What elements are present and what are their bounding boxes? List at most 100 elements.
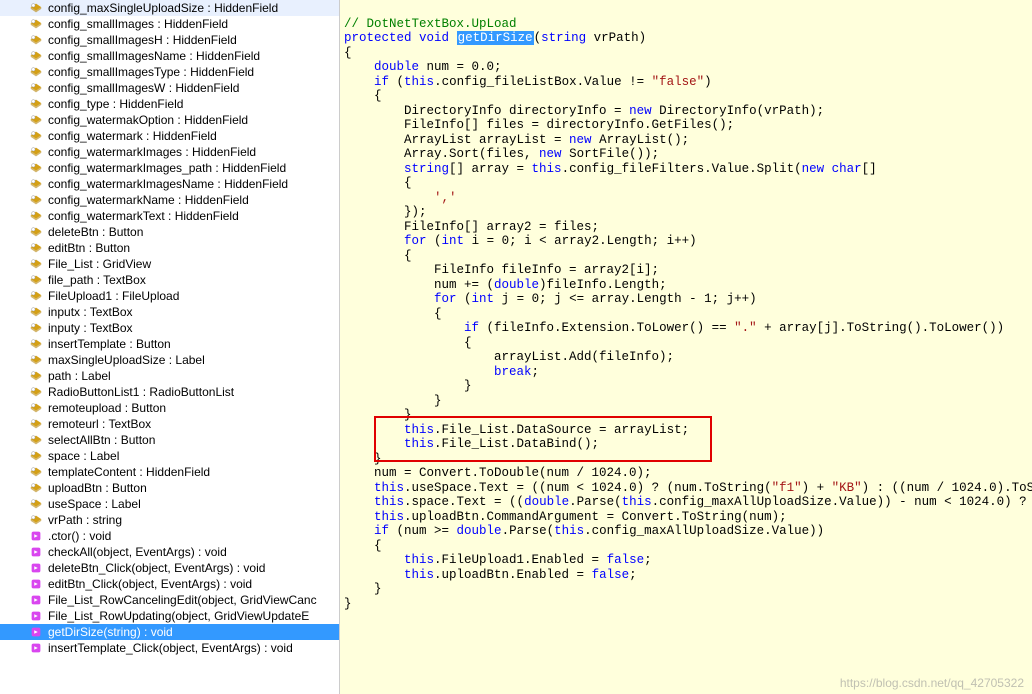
tree-item[interactable]: config_smallImagesType : HiddenField xyxy=(0,64,339,80)
field-icon xyxy=(28,385,44,399)
tree-item-label: RadioButtonList1 : RadioButtonList xyxy=(48,385,234,399)
tree-item[interactable]: editBtn : Button xyxy=(0,240,339,256)
tree-item[interactable]: space : Label xyxy=(0,448,339,464)
field-icon xyxy=(28,401,44,415)
field-icon xyxy=(28,273,44,287)
tree-item-label: maxSingleUploadSize : Label xyxy=(48,353,205,367)
tree-item-label: .ctor() : void xyxy=(48,529,111,543)
tree-panel[interactable]: config_maxSingleUploadSize : HiddenField… xyxy=(0,0,340,694)
field-icon xyxy=(28,33,44,47)
field-icon xyxy=(28,321,44,335)
tree-item[interactable]: config_watermarkImages : HiddenField xyxy=(0,144,339,160)
field-icon xyxy=(28,209,44,223)
field-icon xyxy=(28,481,44,495)
tree-item-label: config_type : HiddenField xyxy=(48,97,183,111)
tree-item-label: deleteBtn : Button xyxy=(48,225,143,239)
code-comment: // DotNetTextBox.UpLoad xyxy=(344,17,517,31)
tree-item-label: File_List_RowCancelingEdit(object, GridV… xyxy=(48,593,317,607)
tree-item-label: editBtn : Button xyxy=(48,241,130,255)
field-icon xyxy=(28,177,44,191)
tree-item[interactable]: remoteurl : TextBox xyxy=(0,416,339,432)
field-icon xyxy=(28,129,44,143)
tree-item-label: config_watermarkImagesName : HiddenField xyxy=(48,177,288,191)
tree-item[interactable]: deleteBtn_Click(object, EventArgs) : voi… xyxy=(0,560,339,576)
tree-item[interactable]: vrPath : string xyxy=(0,512,339,528)
tree-item-label: uploadBtn : Button xyxy=(48,481,147,495)
field-icon xyxy=(28,145,44,159)
field-icon xyxy=(28,49,44,63)
tree-item[interactable]: RadioButtonList1 : RadioButtonList xyxy=(0,384,339,400)
tree-item-label: config_watermarkText : HiddenField xyxy=(48,209,239,223)
method-icon xyxy=(28,529,44,543)
tree-item[interactable]: config_maxSingleUploadSize : HiddenField xyxy=(0,0,339,16)
tree-item[interactable]: .ctor() : void xyxy=(0,528,339,544)
field-icon xyxy=(28,289,44,303)
tree-item-label: file_path : TextBox xyxy=(48,273,146,287)
tree-item[interactable]: config_watermakOption : HiddenField xyxy=(0,112,339,128)
tree-item[interactable]: uploadBtn : Button xyxy=(0,480,339,496)
field-icon xyxy=(28,449,44,463)
field-icon xyxy=(28,433,44,447)
tree-item[interactable]: path : Label xyxy=(0,368,339,384)
code-editor[interactable]: // DotNetTextBox.UpLoad protected void g… xyxy=(340,0,1032,694)
tree-item[interactable]: File_List_RowUpdating(object, GridViewUp… xyxy=(0,608,339,624)
tree-item-label: config_smallImagesH : HiddenField xyxy=(48,33,237,47)
highlight-box xyxy=(374,416,712,462)
tree-item[interactable]: insertTemplate_Click(object, EventArgs) … xyxy=(0,640,339,656)
method-icon xyxy=(28,641,44,655)
field-icon xyxy=(28,417,44,431)
field-icon xyxy=(28,1,44,15)
tree-item-label: path : Label xyxy=(48,369,111,383)
tree-item-label: config_watermarkImages_path : HiddenFiel… xyxy=(48,161,286,175)
tree-item[interactable]: config_watermarkName : HiddenField xyxy=(0,192,339,208)
tree-item[interactable]: FileUpload1 : FileUpload xyxy=(0,288,339,304)
tree-item[interactable]: checkAll(object, EventArgs) : void xyxy=(0,544,339,560)
tree-item-label: config_smallImages : HiddenField xyxy=(48,17,228,31)
tree-item-label: config_smallImagesName : HiddenField xyxy=(48,49,260,63)
tree-item[interactable]: getDirSize(string) : void xyxy=(0,624,339,640)
field-icon xyxy=(28,305,44,319)
tree-item-label: selectAllBtn : Button xyxy=(48,433,155,447)
tree-item[interactable]: templateContent : HiddenField xyxy=(0,464,339,480)
tree-item-label: FileUpload1 : FileUpload xyxy=(48,289,179,303)
tree-item[interactable]: config_watermarkImagesName : HiddenField xyxy=(0,176,339,192)
tree-item[interactable]: File_List : GridView xyxy=(0,256,339,272)
tree-item-label: inputx : TextBox xyxy=(48,305,133,319)
method-icon xyxy=(28,561,44,575)
tree-item-label: getDirSize(string) : void xyxy=(48,625,173,639)
field-icon xyxy=(28,161,44,175)
tree-item[interactable]: inputy : TextBox xyxy=(0,320,339,336)
tree-item[interactable]: config_smallImagesH : HiddenField xyxy=(0,32,339,48)
field-icon xyxy=(28,465,44,479)
field-icon xyxy=(28,369,44,383)
tree-item[interactable]: file_path : TextBox xyxy=(0,272,339,288)
tree-item-label: editBtn_Click(object, EventArgs) : void xyxy=(48,577,252,591)
tree-item-label: config_maxSingleUploadSize : HiddenField xyxy=(48,1,278,15)
method-icon xyxy=(28,609,44,623)
tree-item[interactable]: config_smallImagesName : HiddenField xyxy=(0,48,339,64)
field-icon xyxy=(28,225,44,239)
tree-item[interactable]: config_watermarkText : HiddenField xyxy=(0,208,339,224)
tree-item-label: insertTemplate : Button xyxy=(48,337,171,351)
method-icon xyxy=(28,577,44,591)
tree-item[interactable]: config_watermarkImages_path : HiddenFiel… xyxy=(0,160,339,176)
tree-item[interactable]: File_List_RowCancelingEdit(object, GridV… xyxy=(0,592,339,608)
tree-item[interactable]: config_smallImages : HiddenField xyxy=(0,16,339,32)
tree-item[interactable]: config_watermark : HiddenField xyxy=(0,128,339,144)
tree-item[interactable]: config_type : HiddenField xyxy=(0,96,339,112)
tree-item-label: insertTemplate_Click(object, EventArgs) … xyxy=(48,641,293,655)
tree-item[interactable]: config_smallImagesW : HiddenField xyxy=(0,80,339,96)
method-icon xyxy=(28,545,44,559)
field-icon xyxy=(28,497,44,511)
tree-item[interactable]: remoteupload : Button xyxy=(0,400,339,416)
method-icon xyxy=(28,593,44,607)
tree-item-label: checkAll(object, EventArgs) : void xyxy=(48,545,227,559)
tree-item[interactable]: deleteBtn : Button xyxy=(0,224,339,240)
tree-item[interactable]: selectAllBtn : Button xyxy=(0,432,339,448)
tree-item[interactable]: inputx : TextBox xyxy=(0,304,339,320)
tree-item[interactable]: editBtn_Click(object, EventArgs) : void xyxy=(0,576,339,592)
tree-item[interactable]: insertTemplate : Button xyxy=(0,336,339,352)
tree-item[interactable]: maxSingleUploadSize : Label xyxy=(0,352,339,368)
method-name-highlight: getDirSize xyxy=(457,31,534,45)
tree-item[interactable]: useSpace : Label xyxy=(0,496,339,512)
